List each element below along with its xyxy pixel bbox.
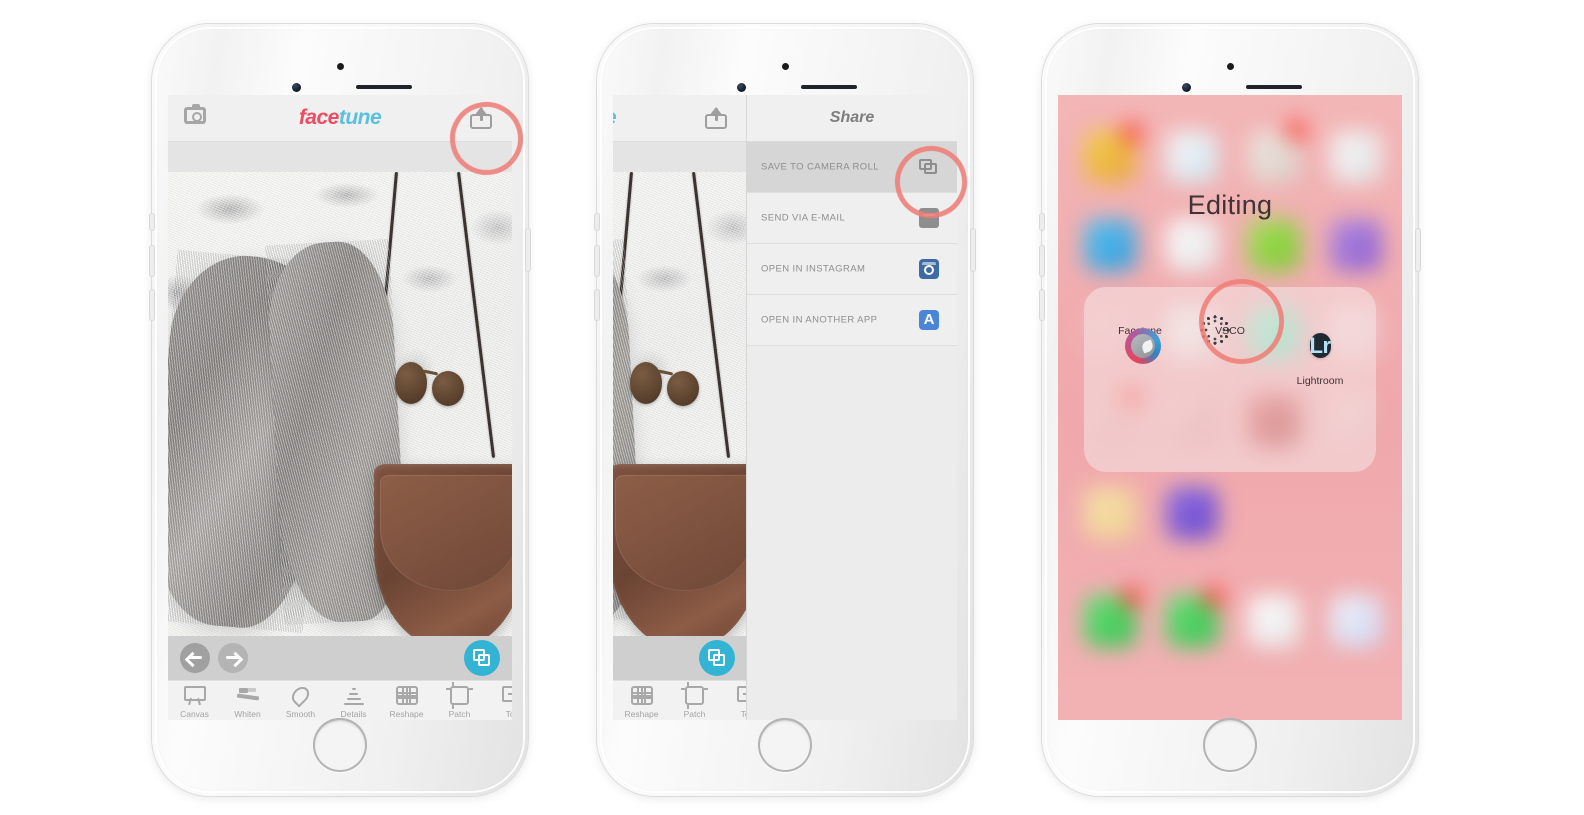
- screenshot-stage: facetune Canvas Whiten Smooth Details Re…: [0, 0, 1584, 815]
- volume-down-button[interactable]: [150, 290, 154, 320]
- lightroom-app-icon: Lr: [1309, 333, 1331, 358]
- save-button[interactable]: [464, 640, 500, 676]
- front-camera-icon: [1182, 83, 1191, 92]
- instagram-icon: [919, 259, 939, 279]
- ios-home-screen: Editing Facetune VSCO Lr Lightroo: [1058, 95, 1402, 720]
- front-camera-icon: [292, 83, 301, 92]
- tool-canvas[interactable]: Canvas: [168, 681, 221, 720]
- facetune-navbar: facetune: [613, 95, 747, 142]
- share-panel-title: Share: [747, 95, 957, 142]
- details-icon: [343, 686, 365, 706]
- sunglasses: [395, 362, 464, 407]
- phone-2-share-menu: facetune: [595, 24, 975, 796]
- folder-app-lightroom[interactable]: Lr Lightroom: [1290, 321, 1350, 389]
- power-button[interactable]: [1416, 229, 1420, 271]
- power-button[interactable]: [526, 229, 530, 271]
- undo-button[interactable]: [180, 643, 210, 673]
- edit-controls-bar: [613, 636, 747, 680]
- volume-down-button[interactable]: [1040, 290, 1044, 320]
- tool-reshape[interactable]: Reshape: [380, 681, 433, 720]
- edited-photo[interactable]: [168, 172, 512, 636]
- phone-3-home-screen: Editing Facetune VSCO Lr Lightroo: [1040, 24, 1420, 796]
- share-icon[interactable]: [705, 106, 727, 129]
- tool-patch[interactable]: Patch: [433, 681, 486, 720]
- volume-up-button[interactable]: [595, 246, 599, 276]
- sunglasses: [630, 362, 699, 407]
- phone-1-facetune-editor: facetune Canvas Whiten Smooth Details Re…: [150, 24, 530, 796]
- home-button[interactable]: [758, 718, 812, 772]
- patch-icon: [681, 682, 708, 709]
- proximity-sensor-icon: [1227, 63, 1234, 70]
- share-item-open-in-another-app[interactable]: OPEN IN ANOTHER APP A: [747, 295, 957, 346]
- tool-patch[interactable]: Patch: [668, 681, 721, 720]
- volume-up-button[interactable]: [150, 246, 154, 276]
- leather-bag: [374, 464, 512, 636]
- phone-1-screen: facetune Canvas Whiten Smooth Details Re…: [168, 95, 512, 720]
- phone-3-screen: Editing Facetune VSCO Lr Lightroo: [1058, 95, 1402, 720]
- earpiece-speaker: [356, 85, 412, 89]
- tool-strip: Canvas Whiten Smooth Details: [613, 680, 757, 720]
- save-button[interactable]: [699, 640, 735, 676]
- mute-switch[interactable]: [595, 214, 599, 230]
- app-store-icon: A: [919, 310, 939, 330]
- redo-button[interactable]: [218, 643, 248, 673]
- volume-down-button[interactable]: [595, 290, 599, 320]
- tool-whiten[interactable]: Whiten: [221, 681, 274, 720]
- edit-controls-bar: [168, 636, 512, 680]
- mute-switch[interactable]: [150, 214, 154, 230]
- whiten-icon: [236, 686, 259, 706]
- canvas-icon: [183, 686, 206, 701]
- facetune-app-shifted: facetune: [613, 95, 757, 720]
- tool-details[interactable]: Details: [327, 681, 380, 720]
- facetune-app: facetune Canvas Whiten Smooth Details Re…: [168, 95, 512, 720]
- leather-bag: [613, 464, 747, 636]
- home-button[interactable]: [1203, 718, 1257, 772]
- volume-up-button[interactable]: [1040, 246, 1044, 276]
- power-button[interactable]: [971, 229, 975, 271]
- tone-icon: [501, 686, 512, 702]
- tool-smooth[interactable]: Smooth: [274, 681, 327, 720]
- front-camera-icon: [737, 83, 746, 92]
- folder-app-facetune[interactable]: Facetune: [1110, 321, 1170, 364]
- proximity-sensor-icon: [337, 63, 344, 70]
- logo-text-face: face: [298, 106, 340, 129]
- logo-text-tune: tune: [338, 106, 382, 129]
- tool-strip: Canvas Whiten Smooth Details: [168, 680, 512, 720]
- tool-reshape[interactable]: Reshape: [615, 681, 668, 720]
- earpiece-speaker: [1246, 85, 1302, 89]
- tool-tone[interactable]: Ton: [486, 681, 512, 720]
- patch-icon: [446, 682, 473, 709]
- proximity-sensor-icon: [782, 63, 789, 70]
- mute-switch[interactable]: [1040, 214, 1044, 230]
- logo-text-tune: tune: [613, 106, 617, 129]
- home-button[interactable]: [313, 718, 367, 772]
- folder-title: Editing: [1187, 190, 1273, 220]
- edited-photo[interactable]: [613, 172, 747, 636]
- earpiece-speaker: [801, 85, 857, 89]
- reshape-icon: [395, 686, 418, 705]
- share-item-open-in-instagram[interactable]: OPEN IN INSTAGRAM: [747, 244, 957, 295]
- toolbar-spacer: [613, 142, 747, 172]
- reshape-icon: [630, 686, 653, 705]
- smooth-icon: [288, 683, 313, 708]
